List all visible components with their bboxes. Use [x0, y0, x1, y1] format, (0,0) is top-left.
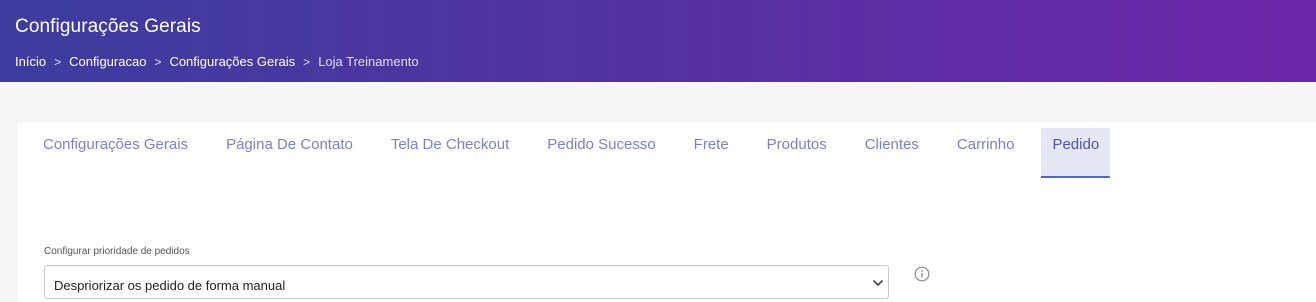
- tab-tela-de-checkout[interactable]: Tela De Checkout: [380, 128, 520, 161]
- priority-field-label: Configurar prioridade de pedidos: [44, 246, 190, 257]
- settings-tabs: Configurações Gerais Página De Contato T…: [32, 128, 1126, 178]
- info-icon[interactable]: [914, 266, 930, 282]
- tab-clientes[interactable]: Clientes: [854, 128, 930, 161]
- settings-card: Configurações Gerais Página De Contato T…: [18, 122, 1316, 302]
- breadcrumb-configuracao[interactable]: Configuracao: [69, 54, 146, 69]
- chevron-down-icon: [873, 280, 883, 286]
- breadcrumb-separator: >: [54, 54, 62, 69]
- breadcrumb-configuracoes-gerais[interactable]: Configurações Gerais: [169, 54, 295, 69]
- tab-carrinho[interactable]: Carrinho: [946, 128, 1026, 161]
- tab-pedido-sucesso[interactable]: Pedido Sucesso: [536, 128, 666, 161]
- breadcrumb-separator: >: [154, 54, 162, 69]
- breadcrumb-current: Loja Treinamento: [318, 54, 419, 69]
- breadcrumb-separator: >: [303, 54, 311, 69]
- priority-select[interactable]: Despriorizar os pedido de forma manual: [44, 265, 889, 299]
- priority-select-value: Despriorizar os pedido de forma manual: [54, 278, 286, 293]
- page-title: Configurações Gerais: [15, 16, 201, 37]
- breadcrumb: Início > Configuracao > Configurações Ge…: [15, 54, 419, 69]
- tab-pedido[interactable]: Pedido: [1041, 128, 1111, 178]
- page-header: Configurações Gerais Início > Configurac…: [0, 0, 1316, 82]
- tab-pagina-de-contato[interactable]: Página De Contato: [215, 128, 364, 161]
- breadcrumb-inicio[interactable]: Início: [15, 54, 46, 69]
- tab-configuracoes-gerais[interactable]: Configurações Gerais: [32, 128, 199, 161]
- tab-produtos[interactable]: Produtos: [756, 128, 838, 161]
- tab-frete[interactable]: Frete: [683, 128, 740, 161]
